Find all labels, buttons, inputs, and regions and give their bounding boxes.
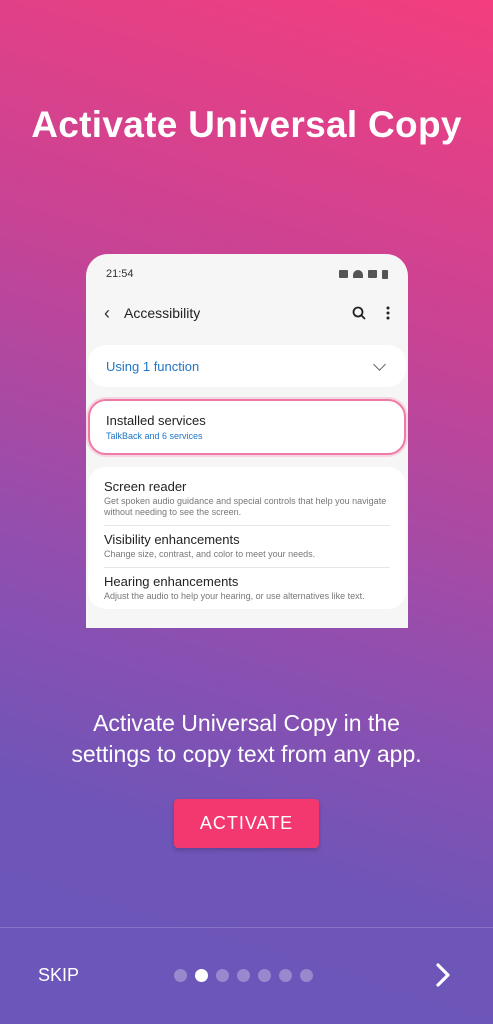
list-item: Screen reader Get spoken audio guidance … <box>104 473 390 526</box>
page-title: Activate Universal Copy <box>31 104 462 145</box>
app-bar: ‹ Accessibility <box>86 294 408 332</box>
list-item-desc: Change size, contrast, and color to meet… <box>104 549 316 559</box>
page-dot <box>174 969 187 982</box>
list-item-title: Screen reader <box>104 479 187 494</box>
page-dot <box>237 969 250 982</box>
status-bar: 21:54 <box>86 254 408 294</box>
installed-title: Installed services <box>106 413 206 428</box>
page-dot <box>258 969 271 982</box>
list-item-title: Visibility enhancements <box>104 532 240 547</box>
description-line-2: settings to copy text from any app. <box>71 741 422 767</box>
page-indicator <box>174 969 313 982</box>
page-dot <box>195 969 208 982</box>
status-time: 21:54 <box>106 268 134 280</box>
page-dot <box>216 969 229 982</box>
skip-button[interactable]: SKIP <box>38 965 79 986</box>
back-arrow-icon: ‹ <box>104 302 110 323</box>
bottom-divider <box>0 927 493 928</box>
list-item-title: Hearing enhancements <box>104 574 239 589</box>
page-dot <box>279 969 292 982</box>
activate-button[interactable]: ACTIVATE <box>174 799 319 848</box>
installed-services-card: Installed services TalkBack and 6 servic… <box>88 399 406 455</box>
status-icons <box>339 269 388 279</box>
list-item-desc: Adjust the audio to help your hearing, o… <box>104 591 365 601</box>
description-line-1: Activate Universal Copy in the <box>93 710 400 736</box>
list-item-desc: Get spoken audio guidance and special co… <box>104 496 387 517</box>
more-vert-icon <box>386 306 390 320</box>
accessibility-title: Accessibility <box>124 305 201 321</box>
list-item: Hearing enhancements Adjust the audio to… <box>104 568 390 609</box>
installed-subtitle: TalkBack and 6 services <box>106 431 203 441</box>
phone-screenshot: 21:54 ‹ Accessibility Using 1 function I <box>86 254 408 628</box>
page-dot <box>300 969 313 982</box>
function-label: Using 1 function <box>106 358 200 374</box>
search-icon <box>352 306 366 320</box>
chevron-down-icon <box>373 357 386 371</box>
mute-icon <box>339 270 348 278</box>
list-item: Visibility enhancements Change size, con… <box>104 526 390 568</box>
next-arrow-icon[interactable] <box>432 960 454 990</box>
onboarding-description: Activate Universal Copy in the settings … <box>0 708 493 770</box>
function-card: Using 1 function <box>88 345 406 387</box>
battery-icon <box>382 269 388 279</box>
wifi-icon <box>353 270 363 278</box>
settings-list: Screen reader Get spoken audio guidance … <box>88 467 406 609</box>
signal-icon <box>368 270 377 278</box>
